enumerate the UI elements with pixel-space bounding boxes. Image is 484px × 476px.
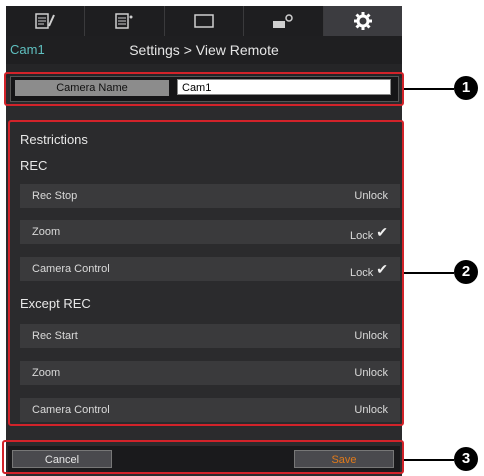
edit-clip-icon (35, 13, 56, 29)
callout-number-2: 2 (454, 260, 478, 284)
page-header: Cam1 Settings > View Remote (6, 36, 402, 64)
clip-list-icon (114, 13, 133, 29)
highlight-box-3 (2, 440, 404, 474)
callout-line-1 (404, 88, 454, 90)
view-icon (194, 14, 214, 28)
camera-settings-tab[interactable] (244, 6, 324, 36)
callout-line-3 (404, 459, 454, 461)
callout-line-2 (404, 272, 454, 274)
view-tab[interactable] (164, 6, 245, 36)
settings-gear-icon (353, 12, 372, 30)
camera-settings-icon (273, 14, 294, 28)
top-tab-bar (6, 6, 403, 36)
clip-list-tab[interactable] (85, 6, 165, 36)
settings-tab[interactable] (323, 6, 403, 36)
callout-number-1: 1 (454, 76, 478, 100)
page-title: Settings > View Remote (129, 42, 279, 58)
highlight-box-2 (8, 120, 404, 426)
edit-clip-tab[interactable] (6, 6, 86, 36)
highlight-box-1 (4, 72, 404, 106)
callout-number-3: 3 (454, 447, 478, 471)
